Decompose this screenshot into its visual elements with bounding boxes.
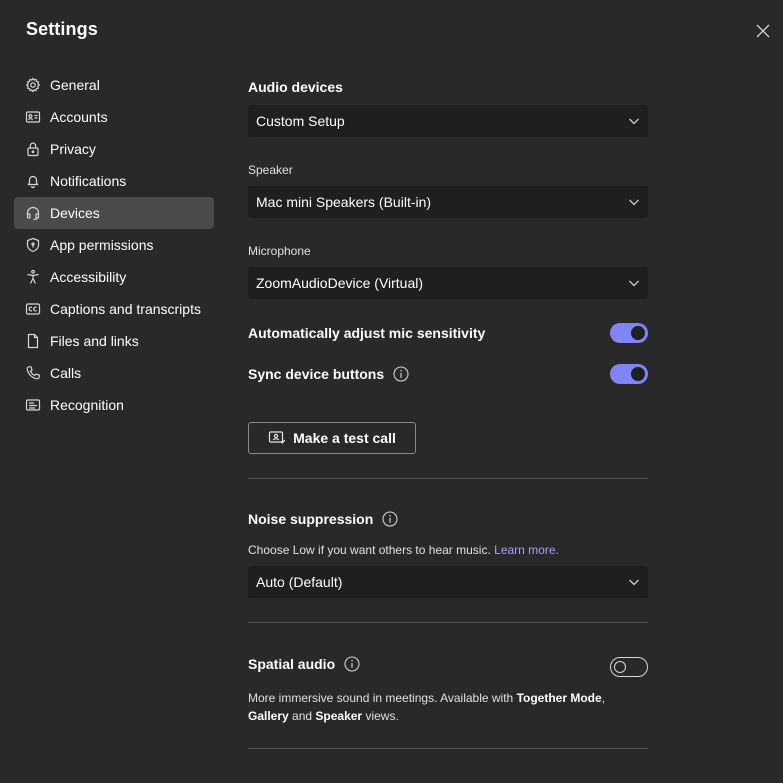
info-icon[interactable] xyxy=(382,511,398,527)
divider xyxy=(248,622,648,623)
settings-sidebar: General Accounts Privacy Notifications D… xyxy=(14,69,214,421)
phone-icon xyxy=(24,364,42,382)
test-call-icon xyxy=(269,431,286,444)
sidebar-item-captions[interactable]: Captions and transcripts xyxy=(14,293,214,325)
microphone-value: ZoomAudioDevice (Virtual) xyxy=(256,275,424,291)
speaker-value: Mac mini Speakers (Built-in) xyxy=(256,194,432,210)
divider xyxy=(248,478,648,479)
noise-title-group: Noise suppression xyxy=(248,511,398,527)
learn-more-link[interactable]: Learn more. xyxy=(494,543,559,557)
noise-suppression-value: Auto (Default) xyxy=(256,574,343,590)
sidebar-item-label: Captions and transcripts xyxy=(50,301,201,317)
sidebar-item-general[interactable]: General xyxy=(14,69,214,101)
toggle-knob xyxy=(614,661,626,673)
info-icon[interactable] xyxy=(393,366,409,382)
sidebar-item-label: App permissions xyxy=(50,237,154,253)
noise-title-row: Noise suppression xyxy=(248,508,398,530)
together-mode-text: Together Mode xyxy=(516,691,602,705)
divider xyxy=(248,748,648,749)
chevron-down-icon xyxy=(629,118,639,125)
captions-icon xyxy=(24,300,42,318)
noise-suppression-title: Noise suppression xyxy=(248,511,374,527)
noise-helper-label: Choose Low if you want others to hear mu… xyxy=(248,543,491,557)
chevron-down-icon xyxy=(629,280,639,287)
spatial-desc-text: More immersive sound in meetings. Availa… xyxy=(248,691,517,705)
speaker-label: Speaker xyxy=(248,163,293,177)
recognition-icon xyxy=(24,396,42,414)
and-text: and xyxy=(288,709,316,723)
close-icon xyxy=(756,24,770,38)
gear-icon xyxy=(24,76,42,94)
shield-icon xyxy=(24,236,42,254)
sidebar-item-privacy[interactable]: Privacy xyxy=(14,133,214,165)
sync-buttons-toggle[interactable] xyxy=(610,364,648,384)
id-card-icon xyxy=(24,108,42,126)
spatial-audio-label-group: Spatial audio xyxy=(248,656,360,672)
audio-devices-title: Audio devices xyxy=(248,79,343,95)
speaker-text: Speaker xyxy=(315,709,363,723)
sidebar-item-app-permissions[interactable]: App permissions xyxy=(14,229,214,261)
gallery-text: Gallery xyxy=(248,709,289,723)
accessibility-icon xyxy=(24,268,42,286)
sidebar-item-recognition[interactable]: Recognition xyxy=(14,389,214,421)
views-text: views. xyxy=(362,709,399,723)
spatial-audio-description: More immersive sound in meetings. Availa… xyxy=(248,689,648,725)
auto-adjust-label: Automatically adjust mic sensitivity xyxy=(248,325,486,341)
auto-adjust-toggle[interactable] xyxy=(610,323,648,343)
auto-adjust-row: Automatically adjust mic sensitivity xyxy=(248,322,648,344)
sidebar-item-label: Devices xyxy=(50,205,100,221)
chevron-down-icon xyxy=(629,579,639,586)
sidebar-item-label: Notifications xyxy=(50,173,127,189)
sidebar-item-label: Privacy xyxy=(50,141,96,157)
sidebar-item-accessibility[interactable]: Accessibility xyxy=(14,261,214,293)
make-test-call-button[interactable]: Make a test call xyxy=(248,422,416,454)
bell-icon xyxy=(24,172,42,190)
spatial-audio-title: Spatial audio xyxy=(248,656,336,672)
sidebar-item-label: Recognition xyxy=(50,397,124,413)
file-icon xyxy=(24,332,42,350)
page-title: Settings xyxy=(26,19,98,39)
toggle-knob xyxy=(631,367,645,381)
sync-buttons-row: Sync device buttons xyxy=(248,363,648,385)
spatial-audio-toggle[interactable] xyxy=(610,657,648,677)
sidebar-item-devices[interactable]: Devices xyxy=(14,197,214,229)
sidebar-item-label: Accounts xyxy=(50,109,108,125)
spatial-audio-row: Spatial audio xyxy=(248,653,648,677)
toggle-knob xyxy=(631,326,645,340)
audio-device-select[interactable]: Custom Setup xyxy=(248,105,648,137)
speaker-select[interactable]: Mac mini Speakers (Built-in) xyxy=(248,186,648,218)
noise-suppression-select[interactable]: Auto (Default) xyxy=(248,566,648,598)
chevron-down-icon xyxy=(629,199,639,206)
sync-buttons-label: Sync device buttons xyxy=(248,366,385,382)
lock-icon xyxy=(24,140,42,158)
headset-icon xyxy=(24,204,42,222)
microphone-label: Microphone xyxy=(248,244,311,258)
info-icon[interactable] xyxy=(344,656,360,672)
audio-device-value: Custom Setup xyxy=(256,113,345,129)
microphone-select[interactable]: ZoomAudioDevice (Virtual) xyxy=(248,267,648,299)
sidebar-item-label: General xyxy=(50,77,100,93)
close-button[interactable] xyxy=(752,20,774,42)
sync-buttons-label-group: Sync device buttons xyxy=(248,366,409,382)
sidebar-item-label: Files and links xyxy=(50,333,139,349)
sidebar-item-label: Calls xyxy=(50,365,82,381)
sidebar-item-files[interactable]: Files and links xyxy=(14,325,214,357)
sidebar-item-label: Accessibility xyxy=(50,269,127,285)
comma-text: , xyxy=(601,691,606,705)
sidebar-item-notifications[interactable]: Notifications xyxy=(14,165,214,197)
noise-helper-text: Choose Low if you want others to hear mu… xyxy=(248,541,559,559)
sidebar-item-accounts[interactable]: Accounts xyxy=(14,101,214,133)
test-call-label: Make a test call xyxy=(293,430,396,446)
sidebar-item-calls[interactable]: Calls xyxy=(14,357,214,389)
